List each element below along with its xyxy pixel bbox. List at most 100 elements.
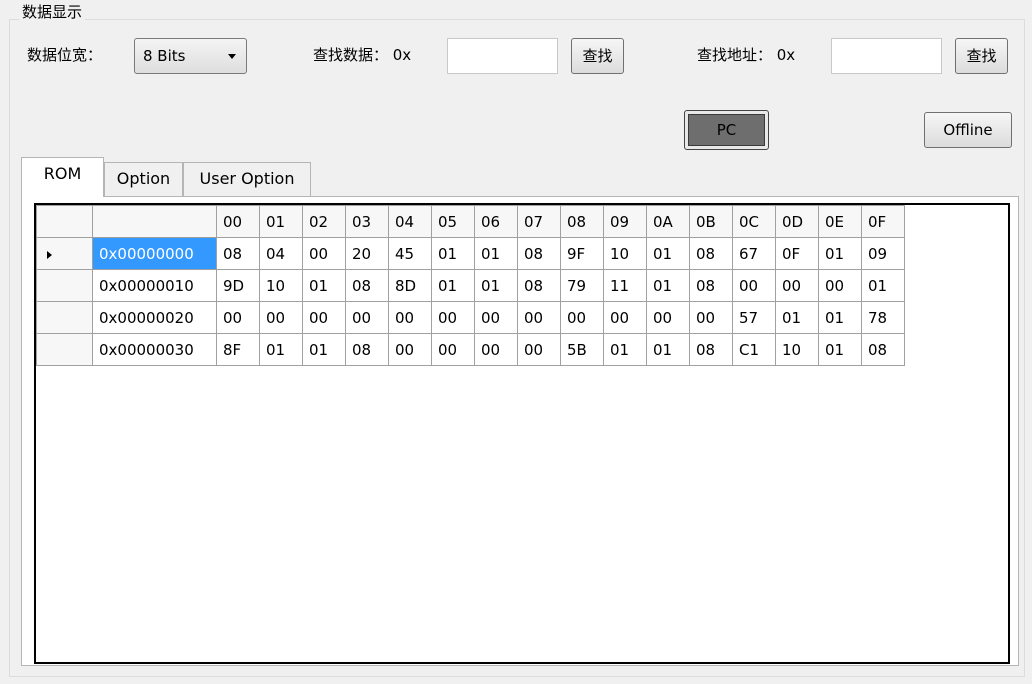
hex-cell[interactable]: 79 <box>560 269 604 302</box>
hex-cell[interactable]: 00 <box>302 237 346 270</box>
hex-cell[interactable]: C1 <box>732 333 776 366</box>
hex-cell[interactable]: 00 <box>775 269 819 302</box>
row-header[interactable] <box>36 301 93 334</box>
find-data-button[interactable]: 查找 <box>571 38 624 74</box>
hex-cell[interactable]: 00 <box>560 301 604 334</box>
hex-cell[interactable]: 01 <box>302 333 346 366</box>
tab-option[interactable]: Option <box>104 162 183 196</box>
hex-cell[interactable]: 08 <box>345 333 389 366</box>
pc-button[interactable]: PC <box>684 110 769 150</box>
hex-cell[interactable]: 9F <box>560 237 604 270</box>
hex-cell[interactable]: 5B <box>560 333 604 366</box>
hex-cell[interactable]: 11 <box>603 269 647 302</box>
hex-cell[interactable]: 01 <box>603 333 647 366</box>
hex-cell[interactable]: 00 <box>517 301 561 334</box>
offline-button[interactable]: Offline <box>924 112 1012 148</box>
hex-cell[interactable]: 00 <box>474 333 518 366</box>
column-header[interactable]: 00 <box>216 205 260 238</box>
hex-cell[interactable]: 10 <box>259 269 303 302</box>
hex-cell[interactable]: 01 <box>646 237 690 270</box>
hex-cell[interactable]: 00 <box>345 301 389 334</box>
address-cell[interactable]: 0x00000000 <box>92 237 217 270</box>
hex-cell[interactable]: 08 <box>345 269 389 302</box>
hex-cell[interactable]: 01 <box>431 269 475 302</box>
hex-cell[interactable]: 01 <box>775 301 819 334</box>
hex-cell[interactable]: 00 <box>259 301 303 334</box>
column-header[interactable]: 03 <box>345 205 389 238</box>
column-header[interactable]: 05 <box>431 205 475 238</box>
find-data-input[interactable] <box>447 38 558 74</box>
address-cell[interactable]: 0x00000030 <box>92 333 217 366</box>
hex-cell[interactable]: 01 <box>818 333 862 366</box>
hex-cell[interactable]: 01 <box>818 301 862 334</box>
hex-cell[interactable]: 00 <box>517 333 561 366</box>
hex-cell[interactable]: 01 <box>818 237 862 270</box>
hex-cell[interactable]: 00 <box>388 333 432 366</box>
hex-cell[interactable]: 00 <box>603 301 647 334</box>
grid-corner-header[interactable] <box>36 205 93 238</box>
rom-data-grid[interactable]: 00 01 02 03 04 05 06 07 08 09 0A 0B 0C 0D 0E 0F 0x00000… <box>34 203 1010 664</box>
hex-cell[interactable]: 57 <box>732 301 776 334</box>
hex-cell[interactable]: 00 <box>732 269 776 302</box>
hex-cell[interactable]: 78 <box>861 301 905 334</box>
hex-cell[interactable]: 8F <box>216 333 260 366</box>
hex-cell[interactable]: 04 <box>259 237 303 270</box>
hex-cell[interactable]: 08 <box>216 237 260 270</box>
hex-cell[interactable]: 9D <box>216 269 260 302</box>
column-header[interactable]: 09 <box>603 205 647 238</box>
hex-cell[interactable]: 01 <box>646 333 690 366</box>
hex-cell[interactable]: 00 <box>646 301 690 334</box>
hex-cell[interactable]: 01 <box>302 269 346 302</box>
row-header[interactable] <box>36 269 93 302</box>
hex-cell[interactable]: 00 <box>388 301 432 334</box>
column-header[interactable]: 0D <box>775 205 819 238</box>
hex-cell[interactable]: 08 <box>517 237 561 270</box>
hex-cell[interactable]: 08 <box>689 269 733 302</box>
hex-cell[interactable]: 01 <box>259 333 303 366</box>
column-header[interactable]: 0E <box>818 205 862 238</box>
hex-cell[interactable]: 10 <box>775 333 819 366</box>
hex-cell[interactable]: 67 <box>732 237 776 270</box>
table-row[interactable]: 0x00000000 08 04 00 20 45 01 01 08 9F 10 01 08 67 0F 01… <box>36 237 905 270</box>
hex-cell[interactable]: 01 <box>474 269 518 302</box>
hex-cell[interactable]: 01 <box>646 269 690 302</box>
column-header[interactable]: 0C <box>732 205 776 238</box>
hex-cell[interactable]: 0F <box>775 237 819 270</box>
address-cell[interactable]: 0x00000010 <box>92 269 217 302</box>
hex-cell[interactable]: 00 <box>474 301 518 334</box>
data-width-select[interactable]: 8 Bits <box>134 38 247 74</box>
address-column-header[interactable] <box>92 205 217 238</box>
tab-rom[interactable]: ROM <box>21 157 104 197</box>
hex-cell[interactable]: 01 <box>474 237 518 270</box>
hex-cell[interactable]: 10 <box>603 237 647 270</box>
hex-cell[interactable]: 01 <box>431 237 475 270</box>
hex-cell[interactable]: 00 <box>818 269 862 302</box>
column-header[interactable]: 08 <box>560 205 604 238</box>
hex-cell[interactable]: 00 <box>302 301 346 334</box>
row-header[interactable] <box>36 237 93 270</box>
hex-cell[interactable]: 00 <box>431 301 475 334</box>
hex-cell[interactable]: 08 <box>689 333 733 366</box>
column-header[interactable]: 04 <box>388 205 432 238</box>
hex-cell[interactable]: 08 <box>861 333 905 366</box>
hex-cell[interactable]: 20 <box>345 237 389 270</box>
column-header[interactable]: 01 <box>259 205 303 238</box>
column-header[interactable]: 06 <box>474 205 518 238</box>
column-header[interactable]: 0B <box>689 205 733 238</box>
column-header[interactable]: 0A <box>646 205 690 238</box>
row-header[interactable] <box>36 333 93 366</box>
column-header[interactable]: 02 <box>302 205 346 238</box>
hex-cell[interactable]: 08 <box>689 237 733 270</box>
find-address-input[interactable] <box>831 38 942 74</box>
tab-user-option[interactable]: User Option <box>183 162 311 196</box>
column-header[interactable]: 0F <box>861 205 905 238</box>
table-row[interactable]: 0x00000020 00 00 00 00 00 00 00 00 00 00 00 00 57 01 01… <box>36 301 905 334</box>
hex-cell[interactable]: 45 <box>388 237 432 270</box>
hex-cell[interactable]: 01 <box>861 269 905 302</box>
address-cell[interactable]: 0x00000020 <box>92 301 217 334</box>
hex-cell[interactable]: 09 <box>861 237 905 270</box>
hex-cell[interactable]: 00 <box>689 301 733 334</box>
column-header[interactable]: 07 <box>517 205 561 238</box>
table-row[interactable]: 0x00000010 9D 10 01 08 8D 01 01 08 79 11 01 08 00 00 00… <box>36 269 905 302</box>
hex-cell[interactable]: 00 <box>216 301 260 334</box>
